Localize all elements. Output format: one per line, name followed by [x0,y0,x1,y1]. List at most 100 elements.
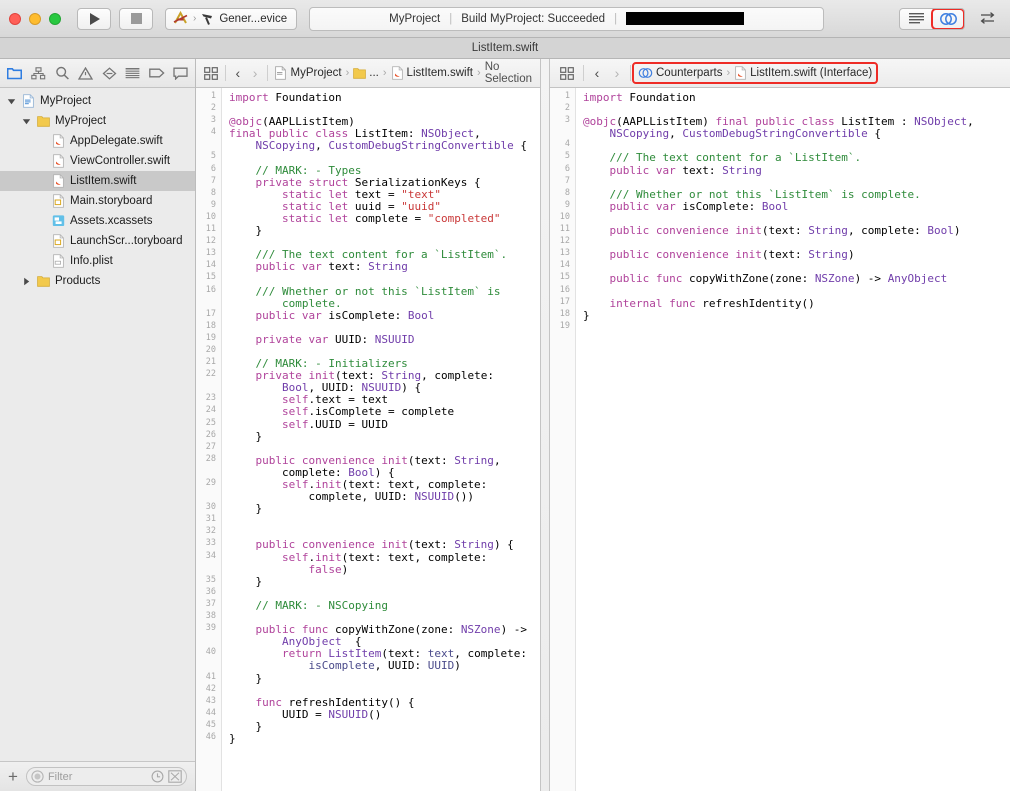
sidebar-item-listitem-swift[interactable]: ListItem.swift [0,171,195,191]
code-token: private init [256,369,335,382]
stop-button[interactable] [119,8,153,30]
project-navigator-icon[interactable] [6,64,24,82]
code-token [229,623,256,636]
related-items-icon[interactable] [554,62,580,84]
editor-mode-segmented-control[interactable] [899,8,965,30]
navigate-back-button[interactable]: ‹ [587,62,607,84]
code-token [583,224,610,237]
report-navigator-icon[interactable] [171,64,189,82]
code-line: public var isComplete: Bool [229,310,540,322]
primary-breadcrumb[interactable]: MyProject›...›ListItem.swift›No Selectio… [270,59,536,87]
filter-placeholder: Filter [48,771,147,783]
symbol-navigator-icon[interactable] [30,64,48,82]
code-line: public func copyWithZone(zone: NSZone) -… [583,273,1010,285]
editor-splitter[interactable] [540,59,550,791]
code-token: (text: [335,369,381,382]
assistant-editor-button[interactable] [932,9,964,29]
version-editor-button[interactable] [973,8,1001,30]
sidebar-item-launchscr-toryboard[interactable]: LaunchScr...toryboard [0,231,195,251]
breadcrumb-item[interactable]: ListItem.swift [391,66,473,80]
version-editor-icon [979,12,996,25]
code-token: NSUUID [361,381,401,394]
disclosure-triangle-closed-icon[interactable] [21,277,32,286]
sidebar-item-info-plist[interactable]: Info.plist [0,251,195,271]
minimize-window-button[interactable] [29,13,41,25]
disclosure-triangle-open-icon[interactable] [6,97,17,106]
scm-filter-icon[interactable] [168,770,182,783]
breakpoint-navigator-icon[interactable] [148,64,166,82]
code-token: text: [322,260,368,273]
standard-editor-button[interactable] [900,9,932,29]
code-token [229,188,282,201]
primary-source-code[interactable]: import Foundation @objc(AAPLListItem)fin… [222,88,540,791]
sidebar-item-myproject[interactable]: MyProject [0,91,195,111]
filter-field[interactable]: Filter [26,767,187,786]
sidebar-item-main-storyboard[interactable]: Main.storyboard [0,191,195,211]
status-separator-2: | [614,13,617,25]
project-icon [274,66,287,80]
zoom-window-button[interactable] [49,13,61,25]
code-line: complete, UUID: NSUUID()) [229,491,540,503]
code-token [583,272,610,285]
code-token: @objc [583,115,616,128]
breadcrumb-item[interactable]: MyProject [274,66,341,80]
breadcrumb-label: MyProject [290,67,341,79]
scheme-selector[interactable]: › Gener...evice [165,8,297,30]
find-navigator-icon[interactable] [53,64,71,82]
code-line: } [229,673,540,685]
breadcrumb-item[interactable]: ListItem.swift (Interface) [734,66,872,80]
code-token: static let [282,200,348,213]
code-token: NSCopying [610,127,670,140]
code-token: CustomDebugStringConvertible [328,139,513,152]
clock-icon[interactable] [151,770,164,783]
navigate-forward-button[interactable]: › [246,62,263,84]
code-token: // MARK: - NSCopying [229,599,388,612]
code-line: } [229,503,540,515]
assistant-code-area[interactable]: 12345678910111213141516171819 import Fou… [550,88,1010,791]
code-token: complete, UUID: [229,490,414,503]
code-token [229,538,256,551]
project-file-tree[interactable]: MyProjectMyProjectAppDelegate.swiftViewC… [0,88,195,761]
debug-navigator-icon[interactable] [124,64,142,82]
breadcrumb-label: Counterparts [656,67,722,79]
sidebar-item-myproject[interactable]: MyProject [0,111,195,131]
breadcrumb-item[interactable]: Counterparts [638,66,722,80]
run-button[interactable] [77,8,111,30]
code-token: } [229,672,262,685]
code-token: public func [256,623,329,636]
code-token: func [256,696,283,709]
sidebar-item-products[interactable]: Products [0,271,195,291]
issue-navigator-icon[interactable] [77,64,95,82]
activity-status-bar[interactable]: MyProject | Build MyProject: Succeeded | [309,7,824,31]
sidebar-item-assets-xcassets[interactable]: Assets.xcassets [0,211,195,231]
related-items-icon[interactable] [200,62,222,84]
navigate-forward-button[interactable]: › [607,62,627,84]
code-token: String [808,224,848,237]
disclosure-triangle-open-icon[interactable] [21,117,32,126]
sidebar-item-viewcontroller-swift[interactable]: ViewController.swift [0,151,195,171]
code-token: (AAPLListItem) [616,115,715,128]
code-token: complete = [348,212,427,225]
sidebar-item-appdelegate-swift[interactable]: AppDelegate.swift [0,131,195,151]
add-item-button[interactable]: + [8,768,18,785]
code-token [229,696,256,709]
breadcrumb-item[interactable]: ... [353,66,379,80]
code-token: isComplete: [322,309,408,322]
code-line: NSCopying, CustomDebugStringConvertible … [583,128,1010,140]
test-navigator-icon[interactable] [101,64,119,82]
close-window-button[interactable] [9,13,21,25]
sidebar-item-label: Main.storyboard [70,195,152,207]
folder-icon [36,274,51,288]
primary-code-area[interactable]: 1234567891011121314151617181920212223242… [196,88,540,791]
assistant-source-code[interactable]: import Foundation @objc(AAPLListItem) fi… [576,88,1010,791]
code-token: ) -> [855,272,888,285]
code-token: String [381,369,421,382]
breadcrumb-separator: › [725,67,731,79]
breadcrumb-item[interactable]: No Selection [485,61,532,85]
navigate-back-button[interactable]: ‹ [229,62,246,84]
code-token: public var [256,309,322,322]
code-line: public var text: String [583,165,1010,177]
code-token: refreshIdentity() [696,297,815,310]
code-token: Bool [408,309,435,322]
assistant-breadcrumb[interactable]: Counterparts›ListItem.swift (Interface) [634,64,876,82]
